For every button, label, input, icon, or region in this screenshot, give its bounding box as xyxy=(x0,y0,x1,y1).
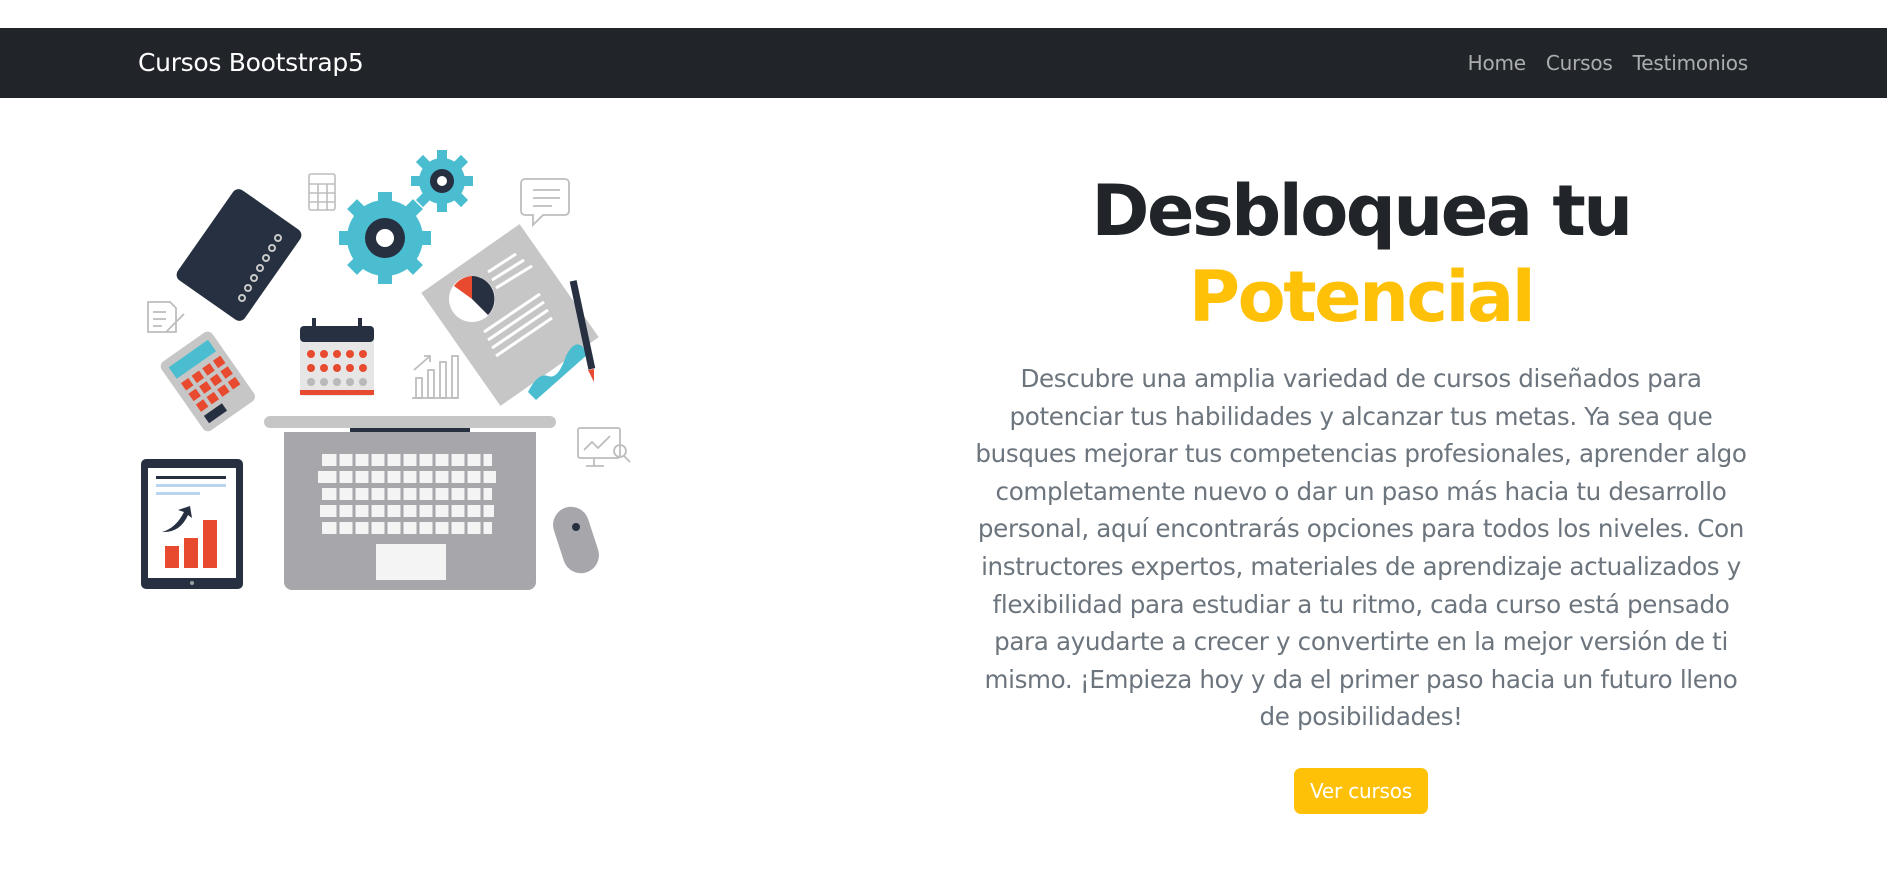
mouse-icon xyxy=(553,506,599,574)
report-icon xyxy=(421,224,599,406)
calendar-icon xyxy=(300,318,374,396)
hero-illustration xyxy=(132,142,642,597)
navbar-brand[interactable]: Cursos Bootstrap5 xyxy=(138,46,364,80)
document-edit-icon xyxy=(147,301,185,333)
nav-link-home[interactable]: Home xyxy=(1468,48,1526,78)
tablet-chart-icon xyxy=(141,459,243,589)
notebook-icon xyxy=(176,189,302,321)
gear-icon-small xyxy=(411,150,473,212)
top-navbar: Cursos Bootstrap5 Home Cursos Testimonio… xyxy=(0,28,1887,98)
hero-section: Desbloquea tu Potencial Descubre una amp… xyxy=(960,168,1762,814)
calculator-icon xyxy=(160,331,255,432)
nav-links: Home Cursos Testimonios xyxy=(1468,48,1749,78)
ver-cursos-button[interactable]: Ver cursos xyxy=(1294,767,1428,814)
hero-headline: Desbloquea tu Potencial xyxy=(960,168,1762,340)
gear-icon xyxy=(339,192,431,284)
nav-link-testimonios[interactable]: Testimonios xyxy=(1633,48,1749,78)
hero-description: Descubre una amplia variedad de cursos d… xyxy=(975,364,1747,732)
bar-chart-icon xyxy=(412,355,459,399)
headline-line-1: Desbloquea tu xyxy=(1091,170,1633,252)
calculator-outline-icon xyxy=(308,173,336,211)
laptop-icon xyxy=(264,416,556,590)
headline-highlight: Potencial xyxy=(1188,256,1536,338)
monitor-search-icon xyxy=(577,427,631,467)
nav-link-cursos[interactable]: Cursos xyxy=(1546,48,1613,78)
chat-icon xyxy=(520,178,570,228)
